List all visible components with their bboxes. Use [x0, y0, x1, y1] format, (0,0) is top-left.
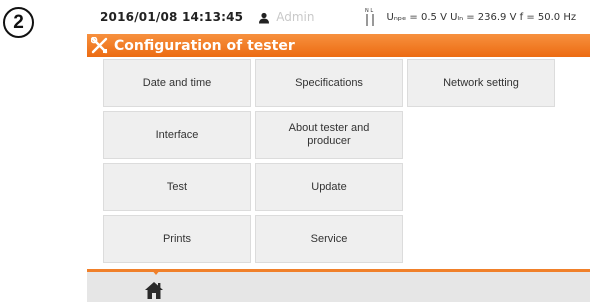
step-number-badge: 2 [3, 7, 34, 38]
page-title: Configuration of tester [114, 37, 295, 54]
specifications-button[interactable]: Specifications [255, 59, 403, 107]
measurement-text: Uₙₚₑ = 0.5 V Uₗₙ = 236.9 V f = 50.0 Hz [386, 11, 577, 23]
update-button[interactable]: Update [255, 163, 403, 211]
test-button[interactable]: Test [103, 163, 251, 211]
svg-text:N L: N L [365, 8, 373, 14]
active-tab-marker [151, 269, 161, 275]
datetime: 2016/01/08 14:13:45 [100, 10, 244, 24]
home-icon[interactable] [143, 279, 165, 301]
network-lines-icon: N L [365, 7, 377, 27]
bottom-nav-bar [87, 269, 590, 302]
prints-button[interactable]: Prints [103, 215, 251, 263]
service-button[interactable]: Service [255, 215, 403, 263]
measurement-readout: N L Uₙₚₑ = 0.5 V Uₗₙ = 236.9 V f = 50.0 … [365, 7, 577, 27]
about-tester-button[interactable]: About tester and producer [255, 111, 403, 159]
title-bar: Configuration of tester [87, 34, 590, 57]
interface-button[interactable]: Interface [103, 111, 251, 159]
user-name: Admin [276, 10, 315, 24]
user-icon [258, 11, 270, 24]
tools-icon [90, 36, 108, 54]
date-and-time-button[interactable]: Date and time [103, 59, 251, 107]
status-bar: 2016/01/08 14:13:45 Admin N L Uₙₚₑ = 0.5… [87, 4, 590, 30]
network-setting-button[interactable]: Network setting [407, 59, 555, 107]
